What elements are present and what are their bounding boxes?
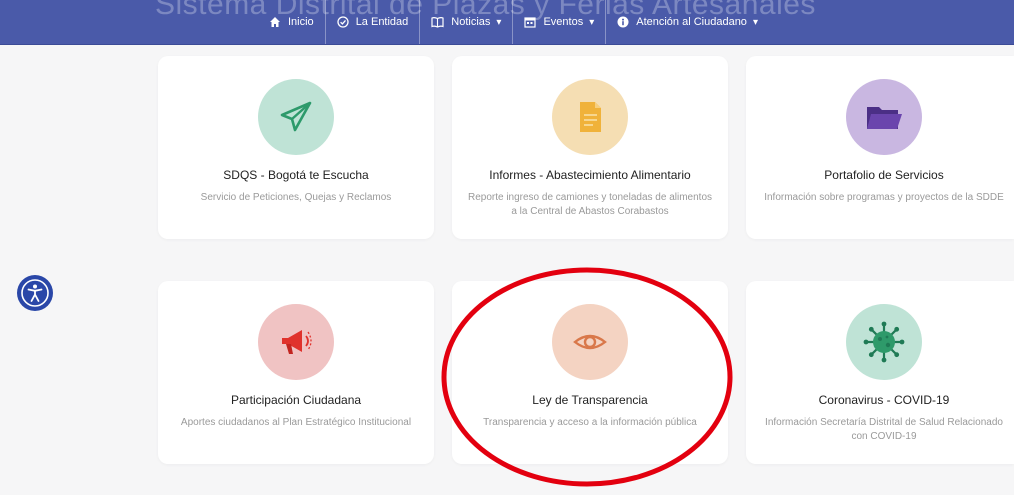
nav-item-eventos[interactable]: Eventos ▾ <box>512 0 605 44</box>
folder-icon <box>867 107 902 129</box>
nav-label: Inicio <box>288 16 314 28</box>
card-description: Reporte ingreso de camiones y toneladas … <box>467 192 713 217</box>
card-title: Portafolio de Servicios <box>824 168 944 182</box>
calendar-icon <box>524 17 537 28</box>
card-icon-circle <box>552 79 628 155</box>
card-description: Servicio de Peticiones, Quejas y Reclamo… <box>200 192 392 203</box>
card-description: Aportes ciudadanos al Plan Estratégico I… <box>180 417 412 428</box>
book-icon <box>431 17 444 28</box>
nav-label: Noticias <box>451 16 491 28</box>
service-card-portafolio[interactable]: Portafolio de Servicios Información sobr… <box>746 56 1014 239</box>
nav-label: La Entidad <box>355 16 409 28</box>
card-title: Participación Ciudadana <box>230 393 362 407</box>
service-card-informes[interactable]: Informes - Abastecimiento Alimentario Re… <box>452 56 728 239</box>
home-icon <box>270 17 280 27</box>
nav-item-atencion-ciudadano[interactable]: Atención al Ciudadano ▾ <box>605 0 769 44</box>
document-icon <box>580 102 601 132</box>
service-card-covid19[interactable]: Coronavirus - COVID-19 Información Secre… <box>746 281 1014 464</box>
nav-item-inicio[interactable]: Inicio <box>258 0 325 44</box>
eye-icon <box>573 334 607 350</box>
nav-label: Eventos <box>543 16 584 28</box>
accessibility-button[interactable] <box>17 275 53 311</box>
virus-icon <box>863 321 905 363</box>
info-circle-icon <box>617 16 629 28</box>
megaphone-icon <box>282 330 312 354</box>
service-card-sdqs[interactable]: SDQS - Bogotá te Escucha Servicio de Pet… <box>158 56 434 239</box>
card-title: Ley de Transparencia <box>532 393 648 407</box>
accessibility-icon <box>21 279 49 307</box>
card-icon-circle <box>846 304 922 380</box>
chevron-down-icon: ▾ <box>496 16 502 28</box>
card-description: Información sobre programas y proyectos … <box>764 192 1004 203</box>
card-description: Información Secretaría Distrital de Salu… <box>765 417 1003 442</box>
paper-plane-icon <box>280 101 312 132</box>
check-circle-icon <box>337 16 349 28</box>
chevron-down-icon: ▾ <box>589 16 595 28</box>
nav-label: Atención al Ciudadano <box>636 16 747 28</box>
top-navbar: Sistema Distrital de Plazas y Ferias Art… <box>0 0 1014 45</box>
card-description: Transparencia y acceso a la información … <box>483 417 697 428</box>
nav-item-noticias[interactable]: Noticias ▾ <box>419 0 512 44</box>
service-card-transparencia[interactable]: Ley de Transparencia Transparencia y acc… <box>452 281 728 464</box>
card-title: Informes - Abastecimiento Alimentario <box>489 168 691 182</box>
nav-menu: Inicio La Entidad Noticias ▾ Eventos ▾ A… <box>258 0 769 44</box>
card-title: SDQS - Bogotá te Escucha <box>223 168 369 182</box>
card-icon-circle <box>258 79 334 155</box>
nav-item-la-entidad[interactable]: La Entidad <box>324 0 420 44</box>
card-icon-circle <box>552 304 628 380</box>
service-card-participacion[interactable]: Participación Ciudadana Aportes ciudadan… <box>158 281 434 464</box>
chevron-down-icon: ▾ <box>752 16 758 28</box>
card-icon-circle <box>258 304 334 380</box>
card-icon-circle <box>846 79 922 155</box>
card-title: Coronavirus - COVID-19 <box>818 393 950 407</box>
